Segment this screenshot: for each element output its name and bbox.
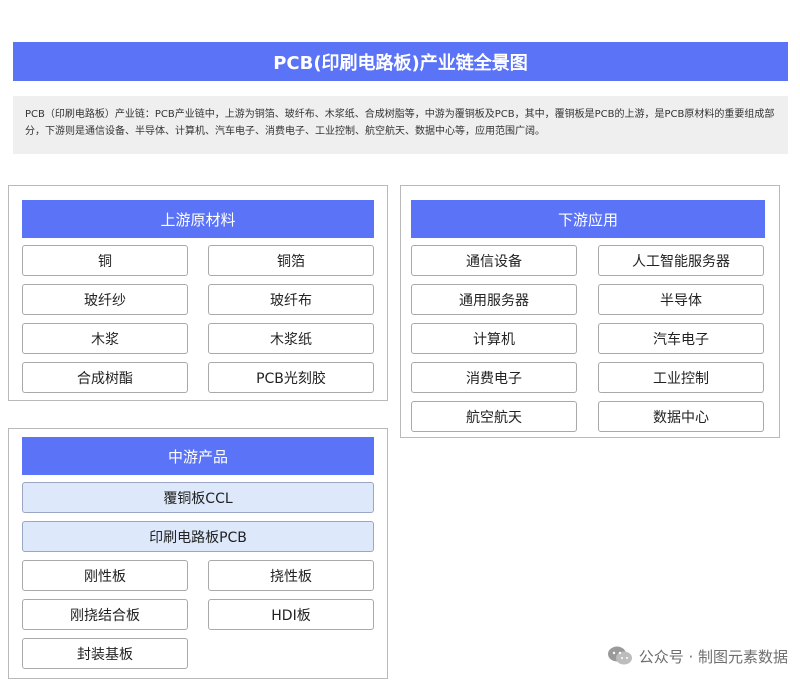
downstream-item: 数据中心 bbox=[598, 401, 764, 432]
upstream-item: 木浆 bbox=[22, 323, 188, 354]
downstream-item: 工业控制 bbox=[598, 362, 764, 393]
midstream-heading: 中游产品 bbox=[22, 437, 374, 475]
midstream-highlight-item: 印刷电路板PCB bbox=[22, 521, 374, 552]
downstream-heading: 下游应用 bbox=[411, 200, 765, 238]
downstream-item: 通用服务器 bbox=[411, 284, 577, 315]
midstream-highlight-item: 覆铜板CCL bbox=[22, 482, 374, 513]
upstream-item: 木浆纸 bbox=[208, 323, 374, 354]
downstream-item: 通信设备 bbox=[411, 245, 577, 276]
downstream-item: 半导体 bbox=[598, 284, 764, 315]
downstream-item: 航空航天 bbox=[411, 401, 577, 432]
midstream-item: 刚挠结合板 bbox=[22, 599, 188, 630]
page-title: PCB(印刷电路板)产业链全景图 bbox=[13, 42, 788, 81]
midstream-item: 挠性板 bbox=[208, 560, 374, 591]
downstream-panel: 下游应用 通信设备 人工智能服务器 通用服务器 半导体 计算机 汽车电子 消费电… bbox=[400, 185, 780, 438]
upstream-item: 玻纤布 bbox=[208, 284, 374, 315]
midstream-panel: 中游产品 覆铜板CCL 印刷电路板PCB 刚性板 挠性板 刚挠结合板 HDI板 … bbox=[8, 428, 388, 679]
downstream-item: 汽车电子 bbox=[598, 323, 764, 354]
upstream-panel: 上游原材料 铜 铜箔 玻纤纱 玻纤布 木浆 木浆纸 合成树酯 PCB光刻胶 bbox=[8, 185, 388, 401]
upstream-item: 合成树酯 bbox=[22, 362, 188, 393]
upstream-item: 玻纤纱 bbox=[22, 284, 188, 315]
downstream-item: 人工智能服务器 bbox=[598, 245, 764, 276]
midstream-item: 封装基板 bbox=[22, 638, 188, 669]
upstream-item: 铜箔 bbox=[208, 245, 374, 276]
upstream-item: 铜 bbox=[22, 245, 188, 276]
midstream-item: HDI板 bbox=[208, 599, 374, 630]
watermark: 公众号 · 制图元素数据 bbox=[607, 643, 788, 669]
downstream-item: 计算机 bbox=[411, 323, 577, 354]
downstream-item: 消费电子 bbox=[411, 362, 577, 393]
midstream-item: 刚性板 bbox=[22, 560, 188, 591]
upstream-heading: 上游原材料 bbox=[22, 200, 374, 238]
watermark-text: 公众号 · 制图元素数据 bbox=[638, 647, 788, 666]
wechat-icon bbox=[607, 645, 633, 667]
description-box: PCB（印刷电路板）产业链：PCB产业链中，上游为铜箔、玻纤布、木浆纸、合成树脂… bbox=[13, 96, 788, 154]
upstream-item: PCB光刻胶 bbox=[208, 362, 374, 393]
